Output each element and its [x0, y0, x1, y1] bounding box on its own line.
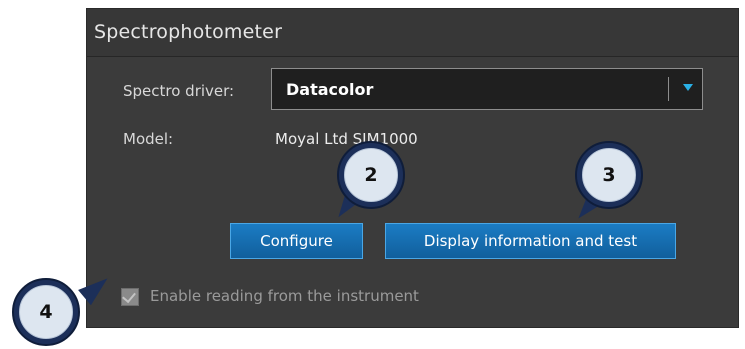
checkmark-icon	[122, 288, 136, 304]
dropdown-divider	[668, 77, 669, 101]
panel-title: Spectrophotometer	[94, 21, 283, 43]
callout-3-number: 3	[582, 148, 636, 202]
callout-2-number: 2	[344, 148, 398, 202]
enable-reading-label: Enable reading from the instrument	[150, 287, 419, 305]
display-information-and-test-button[interactable]: Display information and test	[385, 223, 676, 259]
chevron-down-icon[interactable]	[683, 84, 693, 91]
panel-header: Spectrophotometer	[87, 9, 738, 57]
callout-3: 3	[575, 141, 643, 209]
model-value: Moyal Ltd SIM1000	[275, 130, 418, 148]
configure-button[interactable]: Configure	[230, 223, 363, 259]
callout-4-number: 4	[19, 285, 73, 339]
callout-4: 4	[12, 278, 80, 346]
spectro-driver-dropdown[interactable]: Datacolor	[271, 68, 703, 110]
spectro-driver-value: Datacolor	[286, 80, 374, 99]
spectro-driver-label: Spectro driver:	[123, 82, 235, 100]
model-label: Model:	[123, 130, 174, 148]
callout-2: 2	[337, 141, 405, 209]
enable-reading-checkbox[interactable]	[121, 288, 139, 306]
